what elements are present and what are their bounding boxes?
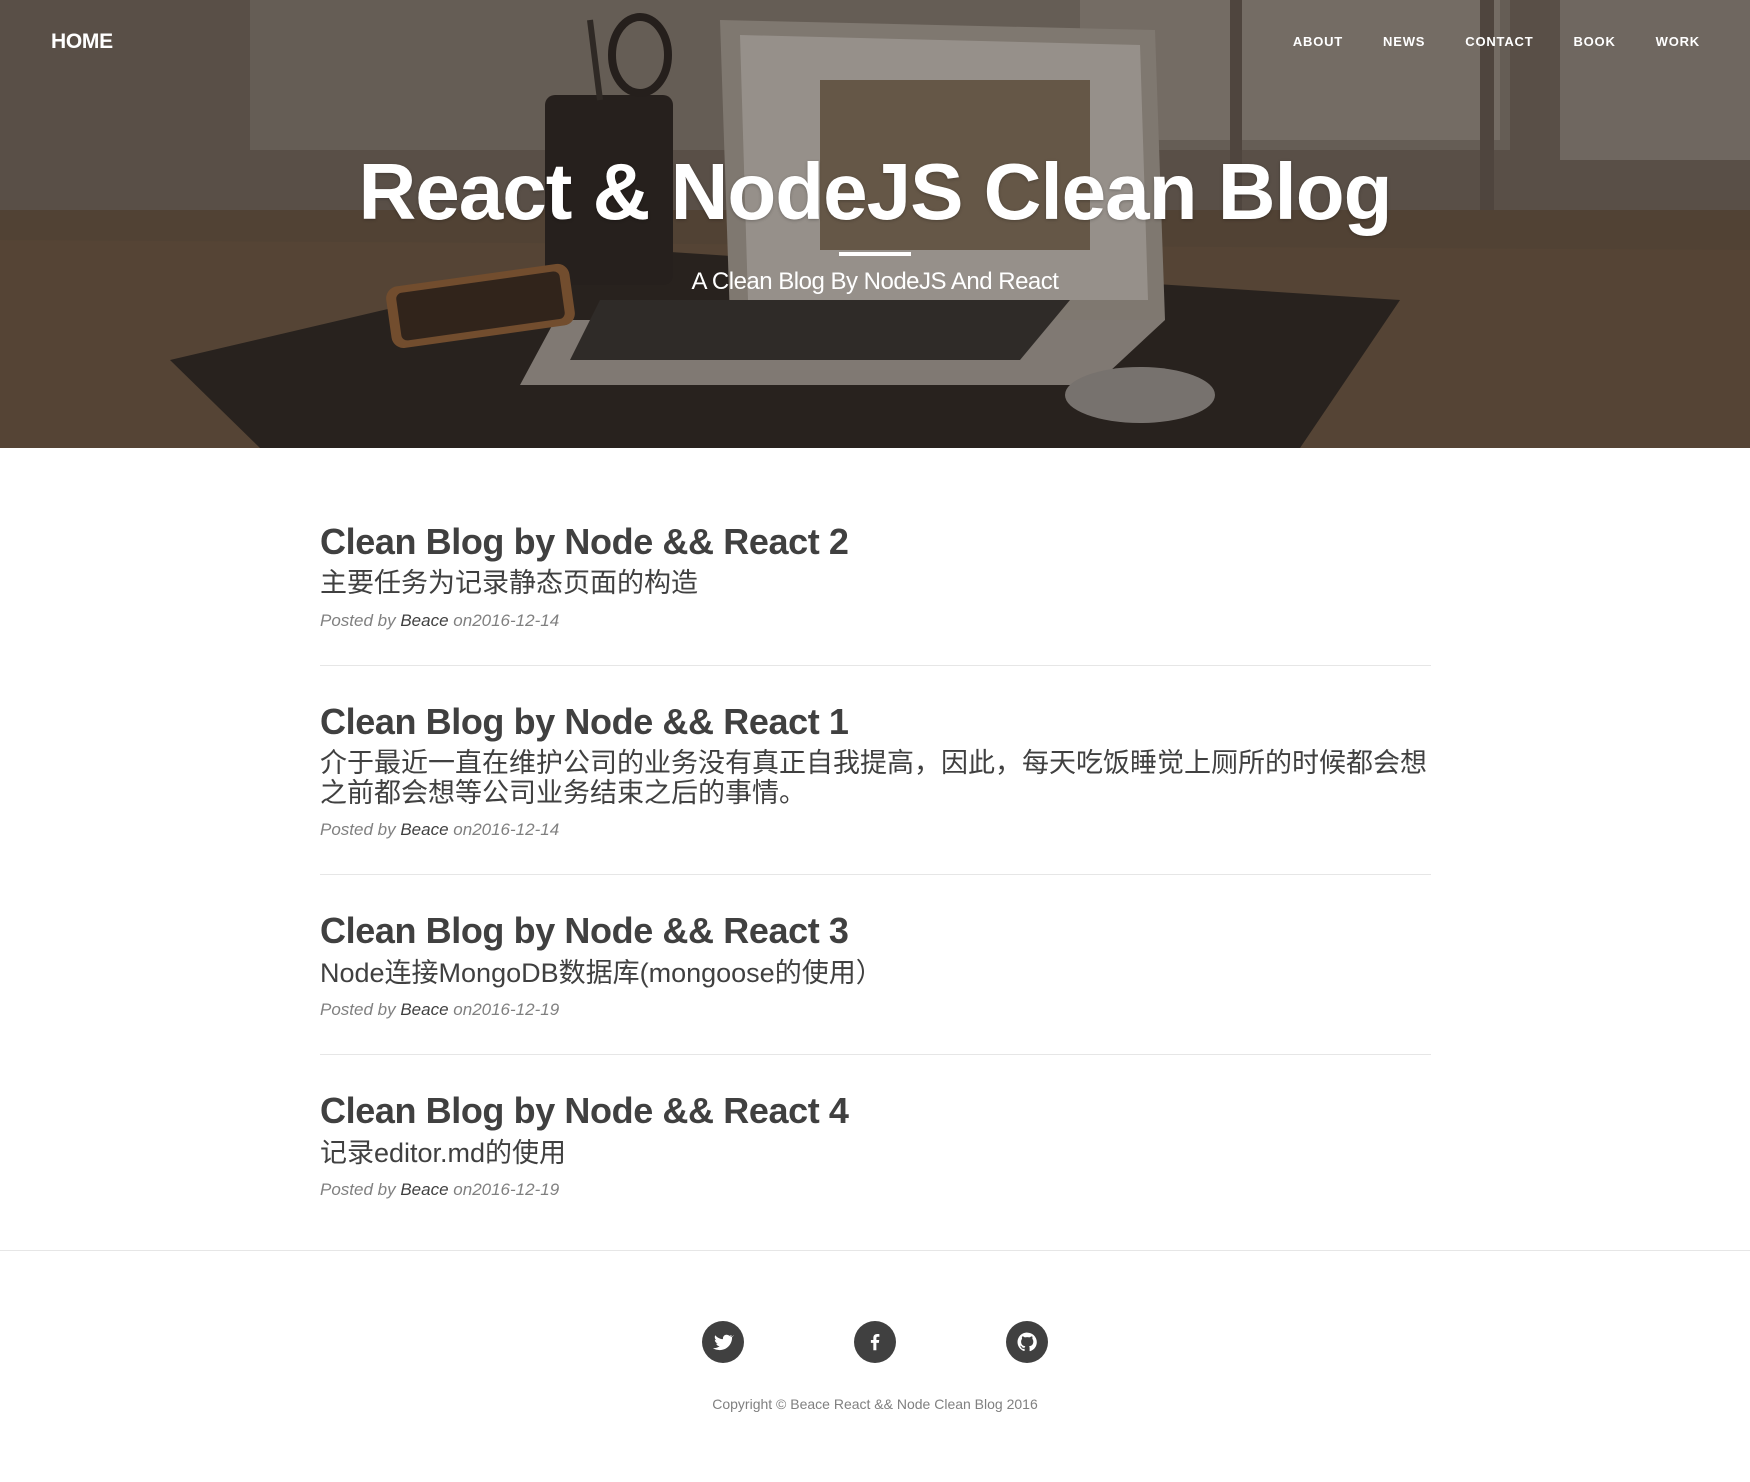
post-meta: Posted by Beace on2016-12-14 bbox=[320, 820, 1431, 840]
facebook-glyph bbox=[870, 1334, 880, 1351]
navbar: HOME ABOUT NEWS CONTACT BOOK WORK bbox=[0, 0, 1750, 86]
footer-divider bbox=[0, 1250, 1750, 1251]
post-subtitle: Node连接MongoDB数据库(mongoose的使用） bbox=[320, 957, 883, 988]
post-list: Clean Blog by Node && React 2 主要任务为记录静态页… bbox=[320, 520, 1431, 1234]
post-meta: Posted by Beace on2016-12-19 bbox=[320, 1180, 1431, 1200]
site-subtitle: A Clean Blog By NodeJS And React bbox=[691, 268, 1059, 295]
post-title-link[interactable]: Clean Blog by Node && React 1 bbox=[320, 700, 1431, 743]
post-preview: Clean Blog by Node && React 4 记录editor.m… bbox=[320, 1089, 1431, 1234]
post-date: on2016-12-14 bbox=[453, 820, 560, 840]
post-meta-prefix: Posted by bbox=[320, 1000, 396, 1020]
post-subtitle: 主要任务为记录静态页面的构造 bbox=[320, 568, 698, 599]
nav-link-news[interactable]: NEWS bbox=[1363, 34, 1445, 49]
post-meta-prefix: Posted by bbox=[320, 610, 396, 630]
hero-header: HOME ABOUT NEWS CONTACT BOOK WORK React … bbox=[0, 0, 1750, 448]
github-glyph bbox=[1017, 1332, 1037, 1352]
nav-links: ABOUT NEWS CONTACT BOOK WORK bbox=[1273, 34, 1720, 49]
post-subtitle: 记录editor.md的使用 bbox=[320, 1137, 567, 1168]
post-author[interactable]: Beace bbox=[400, 1180, 448, 1199]
facebook-icon[interactable] bbox=[854, 1321, 896, 1363]
home-link[interactable]: HOME bbox=[51, 30, 113, 54]
post-title-link[interactable]: Clean Blog by Node && React 4 bbox=[320, 1089, 1431, 1132]
title-divider bbox=[839, 252, 911, 256]
post-date: on2016-12-19 bbox=[453, 1000, 560, 1020]
post-author[interactable]: Beace bbox=[400, 1000, 448, 1019]
post-meta: Posted by Beace on2016-12-14 bbox=[320, 611, 1431, 631]
site-title: React & NodeJS Clean Blog bbox=[358, 147, 1392, 236]
post-preview: Clean Blog by Node && React 2 主要任务为记录静态页… bbox=[320, 520, 1431, 666]
twitter-icon[interactable] bbox=[702, 1321, 744, 1363]
post-meta-prefix: Posted by bbox=[320, 820, 396, 840]
social-links bbox=[0, 1321, 1750, 1363]
post-preview: Clean Blog by Node && React 3 Node连接Mong… bbox=[320, 909, 1431, 1056]
post-author[interactable]: Beace bbox=[400, 820, 448, 839]
post-date: on2016-12-14 bbox=[453, 610, 560, 630]
post-preview: Clean Blog by Node && React 1 介于最近一直在维护公… bbox=[320, 700, 1431, 876]
post-subtitle: 介于最近一直在维护公司的业务没有真正自我提高，因此，每天吃饭睡觉上厕所的时候都会… bbox=[320, 748, 1427, 808]
nav-link-book[interactable]: BOOK bbox=[1553, 34, 1635, 49]
nav-link-work[interactable]: WORK bbox=[1636, 34, 1720, 49]
copyright: Copyright © Beace React && Node Clean Bl… bbox=[712, 1396, 1038, 1412]
post-author[interactable]: Beace bbox=[400, 611, 448, 630]
post-date: on2016-12-19 bbox=[453, 1180, 560, 1200]
github-icon[interactable] bbox=[1006, 1321, 1048, 1363]
post-title-link[interactable]: Clean Blog by Node && React 2 bbox=[320, 520, 1431, 563]
hero-heading: React & NodeJS Clean Blog A Clean Blog B… bbox=[0, 150, 1750, 296]
post-meta: Posted by Beace on2016-12-19 bbox=[320, 1000, 1431, 1020]
nav-link-about[interactable]: ABOUT bbox=[1273, 34, 1363, 49]
post-meta-prefix: Posted by bbox=[320, 1180, 396, 1200]
post-title-link[interactable]: Clean Blog by Node && React 3 bbox=[320, 909, 1431, 952]
twitter-glyph bbox=[712, 1334, 734, 1351]
nav-link-contact[interactable]: CONTACT bbox=[1445, 34, 1553, 49]
